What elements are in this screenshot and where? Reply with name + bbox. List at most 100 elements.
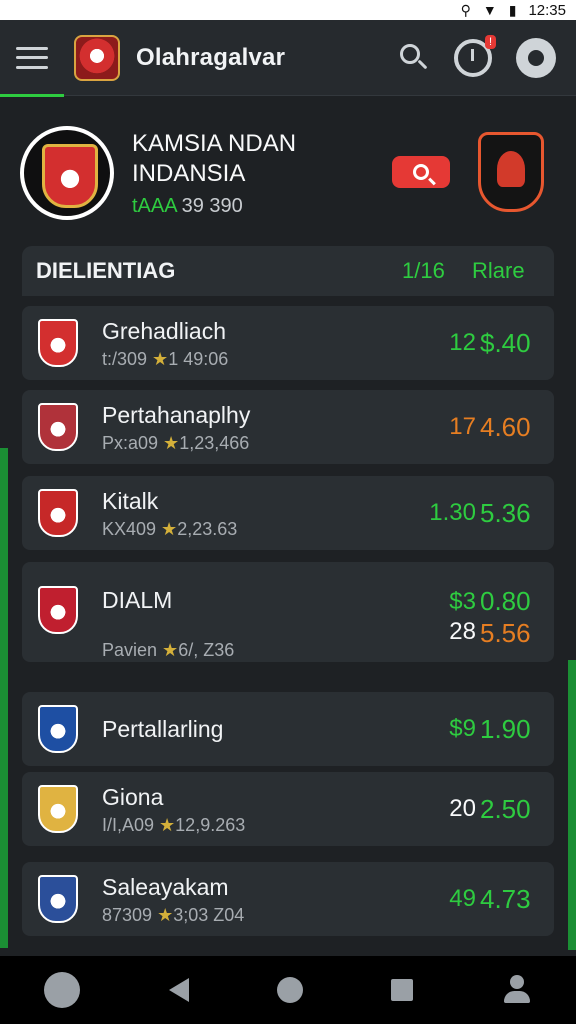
match-search-button[interactable] xyxy=(392,156,450,188)
row-value-1: $3 xyxy=(449,588,476,615)
row-value-2b: 5.56 xyxy=(480,618,531,648)
search-icon xyxy=(413,164,429,180)
row-value-1: 12 xyxy=(449,329,476,356)
team-name-block: DIALM Pavien ★6/, Z36 xyxy=(102,586,234,661)
app-actions: ! xyxy=(398,34,556,78)
navigation-bar xyxy=(0,956,576,1024)
app-logo xyxy=(74,34,120,81)
team-crest-icon xyxy=(38,875,78,923)
team-stars: 1 49:06 xyxy=(168,348,229,369)
notification-badge: ! xyxy=(484,34,496,49)
row-value-1: 17 xyxy=(449,413,476,440)
team-name-block: Pertahanaplhy Px:a09 ★1,23,466 xyxy=(102,401,250,454)
table-row[interactable]: Saleayakam 87309 ★3;03 Z04 49 4.73 xyxy=(22,862,554,936)
column-header-1[interactable]: 1/16 xyxy=(402,258,445,284)
table-title: DIELIENTIAG xyxy=(36,258,176,283)
team-crest-icon xyxy=(38,705,78,753)
wifi-icon: ▼ xyxy=(482,2,497,18)
match-title-line-1: KAMSIA NDAN xyxy=(132,129,297,157)
team-sub: t:/309 ★1 49:06 xyxy=(102,349,228,370)
match-card[interactable]: KAMSIA NDAN INDANSIA tAAA 39 390 xyxy=(20,118,556,228)
network-icon: ⚲ xyxy=(460,1,471,18)
team-name-block: Saleayakam 87309 ★3;03 Z04 xyxy=(102,873,244,926)
team-code: Px:a09 xyxy=(102,432,159,453)
team-stars: 1,23,466 xyxy=(179,432,250,453)
team-name: Saleayakam xyxy=(102,873,229,900)
row-value-1: 1.30 xyxy=(429,499,476,526)
battery-icon: ▮ xyxy=(508,1,517,18)
menu-icon[interactable] xyxy=(16,46,48,69)
column-header-2[interactable]: Rlare xyxy=(472,258,525,284)
team-crest-icon xyxy=(38,489,78,537)
match-rating-stars: tAAA xyxy=(132,194,178,217)
tab-underline xyxy=(0,94,64,97)
table-row[interactable]: Pertallarling $9 1.90 xyxy=(22,692,554,766)
home-icon[interactable] xyxy=(276,977,303,1003)
row-value-1: $9 xyxy=(449,715,476,742)
table-row[interactable]: Kitalk KX409 ★2,23.63 1.30 5.36 xyxy=(22,476,554,550)
team-name: Pertallarling xyxy=(102,716,224,742)
match-info: KAMSIA NDAN INDANSIA tAAA 39 390 xyxy=(132,129,296,218)
back-icon[interactable] xyxy=(168,978,189,1002)
team-stars: 3;03 Z04 xyxy=(173,904,245,925)
team-crest-icon xyxy=(38,785,78,833)
status-time: 12:35 xyxy=(528,1,566,19)
row-value-2: 1.90 xyxy=(480,713,531,744)
star-icon: ★ xyxy=(156,518,178,539)
team-crest-icon xyxy=(38,403,78,451)
team-name: Pertahanaplhy xyxy=(102,401,251,428)
timer-icon[interactable]: ! xyxy=(454,34,496,77)
team-code: KX409 xyxy=(102,518,157,539)
row-value-2: $.40 xyxy=(480,327,531,358)
gear-icon[interactable] xyxy=(516,37,556,78)
recent-apps-icon[interactable] xyxy=(391,979,414,1001)
match-rating: tAAA 39 390 xyxy=(132,195,296,218)
team-name-block: Giona I/I,A09 ★12,9.263 xyxy=(102,783,245,836)
star-icon: ★ xyxy=(157,640,179,660)
star-icon: ★ xyxy=(154,814,176,835)
match-title-line-2: INDANSIA xyxy=(132,159,246,187)
row-value-2: 4.60 xyxy=(480,411,531,442)
app-title: Olahragalvar xyxy=(136,43,286,71)
star-icon: ★ xyxy=(147,348,169,369)
table-row[interactable]: Giona I/I,A09 ★12,9.263 20 2.50 xyxy=(22,772,554,846)
table-row[interactable]: DIALM Pavien ★6/, Z36 $3 0.80 28 5.56 xyxy=(22,562,554,662)
team-name-block: Grehadliach t:/309 ★1 49:06 xyxy=(102,317,228,370)
app-bar: Olahragalvar ! xyxy=(0,20,576,97)
team-name: Kitalk xyxy=(102,487,159,514)
row-value-2: 2.50 xyxy=(480,793,531,824)
team-sub: Pavien ★6/, Z36 xyxy=(102,640,234,661)
row-value-2: 0.80 xyxy=(480,586,531,616)
team-stars: 2,23.63 xyxy=(177,518,238,539)
home-team-crest xyxy=(20,126,114,220)
team-name-block: Pertallarling xyxy=(102,715,223,743)
search-icon[interactable] xyxy=(398,42,430,74)
row-value-2: 4.73 xyxy=(480,883,531,914)
table-row[interactable]: Grehadliach t:/309 ★1 49:06 12 $.40 xyxy=(22,306,554,380)
team-code: Pavien xyxy=(102,640,158,660)
team-stars: 12,9.263 xyxy=(175,814,246,835)
star-icon: ★ xyxy=(158,432,180,453)
scroll-accent-left xyxy=(0,448,8,948)
team-sub: 87309 ★3;03 Z04 xyxy=(102,905,244,926)
scroll-accent-right xyxy=(568,660,576,950)
row-value-2: 5.36 xyxy=(480,497,531,528)
away-team-crest xyxy=(478,132,544,212)
team-sub: I/I,A09 ★12,9.263 xyxy=(102,815,245,836)
team-name: DIALM xyxy=(102,587,173,613)
team-crest-icon xyxy=(38,319,78,367)
table-row[interactable]: Pertahanaplhy Px:a09 ★1,23,466 17 4.60 xyxy=(22,390,554,464)
team-code: t:/309 xyxy=(102,348,148,369)
team-code: I/I,A09 xyxy=(102,814,155,835)
team-name: Giona xyxy=(102,783,164,810)
team-sub: KX409 ★2,23.63 xyxy=(102,519,237,540)
team-crest-icon xyxy=(38,586,78,634)
team-name-block: Kitalk KX409 ★2,23.63 xyxy=(102,487,237,540)
star-icon: ★ xyxy=(152,904,174,925)
team-name: Grehadliach xyxy=(102,317,227,344)
row-value-1: 20 xyxy=(449,795,476,822)
team-stars: 6/, Z36 xyxy=(178,640,235,660)
team-icon[interactable] xyxy=(44,972,81,1008)
profile-icon[interactable] xyxy=(502,975,532,1005)
row-value-1b: 28 xyxy=(449,618,476,645)
